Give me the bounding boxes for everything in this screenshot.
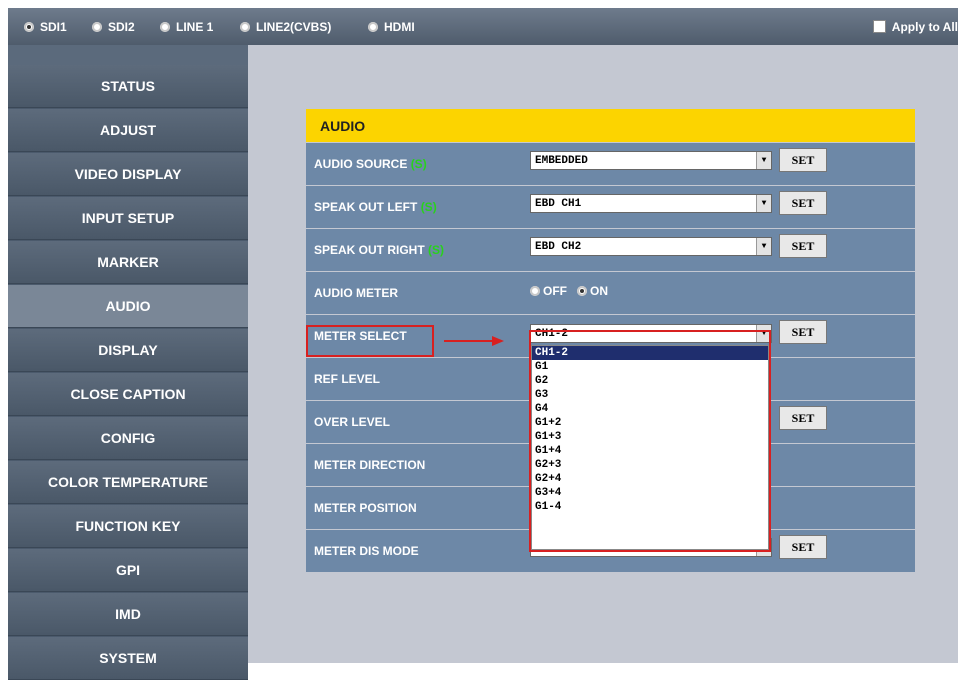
off-label: OFF (543, 284, 567, 298)
annotation-arrow-line (444, 340, 494, 342)
set-button[interactable]: SET (779, 406, 827, 430)
speak-out-right-select[interactable]: EBD CH2 ▼ (530, 237, 772, 256)
sidebar-item-audio[interactable]: AUDIO (8, 285, 248, 328)
sidebar-item-marker[interactable]: MARKER (8, 241, 248, 284)
radio-on-icon[interactable] (577, 286, 587, 296)
input-radio-sdi1[interactable]: SDI1 (24, 8, 67, 45)
radio-icon[interactable] (240, 21, 250, 32)
input-label: LINE 1 (176, 19, 214, 34)
row-label: METER DIRECTION (314, 458, 426, 472)
sidebar: STATUS ADJUST VIDEO DISPLAY INPUT SETUP … (8, 45, 248, 680)
sidebar-item-close-caption[interactable]: CLOSE CAPTION (8, 373, 248, 416)
input-radio-sdi2[interactable]: SDI2 (92, 8, 135, 45)
set-button[interactable]: SET (779, 148, 827, 172)
row-audio-meter: AUDIO METER OFF ON (306, 272, 915, 314)
s-marker: (S) (420, 200, 437, 214)
set-button[interactable]: SET (779, 191, 827, 215)
row-speak-out-left: SPEAK OUT LEFT (S) EBD CH1 ▼ SET (306, 186, 915, 228)
apply-label: Apply to All (891, 19, 958, 34)
input-select-bar: SDI1 SDI2 LINE 1 LINE2(CVBS) HDMI Apply … (8, 8, 958, 45)
sidebar-item-display[interactable]: DISPLAY (8, 329, 248, 372)
row-label: SPEAK OUT LEFT (S) (314, 200, 437, 214)
audio-source-select[interactable]: EMBEDDED ▼ (530, 151, 772, 170)
select-value: EMBEDDED (535, 154, 588, 167)
radio-selected-icon[interactable] (24, 21, 34, 32)
highlight-box-meter-label (306, 325, 434, 357)
sidebar-item-adjust[interactable]: ADJUST (8, 109, 248, 152)
sidebar-item-config[interactable]: CONFIG (8, 417, 248, 460)
sidebar-item-imd[interactable]: IMD (8, 593, 248, 636)
label-text: AUDIO SOURCE (314, 157, 408, 171)
radio-icon[interactable] (92, 21, 102, 32)
s-marker: (S) (428, 243, 445, 257)
select-value: EBD CH1 (535, 197, 582, 210)
sidebar-item-status[interactable]: STATUS (8, 65, 248, 108)
chevron-down-icon[interactable]: ▼ (756, 195, 771, 212)
sidebar-header (8, 45, 248, 65)
set-button[interactable]: SET (779, 234, 827, 258)
sidebar-item-input-setup[interactable]: INPUT SETUP (8, 197, 248, 240)
speak-out-left-select[interactable]: EBD CH1 ▼ (530, 194, 772, 213)
sidebar-item-color-temperature[interactable]: COLOR TEMPERATURE (8, 461, 248, 504)
audio-meter-options: OFF ON (530, 284, 608, 298)
s-marker: (S) (410, 157, 427, 171)
row-label: AUDIO SOURCE (S) (314, 157, 427, 171)
input-label: LINE2(CVBS) (256, 19, 332, 34)
sidebar-item-function-key[interactable]: FUNCTION KEY (8, 505, 248, 548)
row-label: OVER LEVEL (314, 415, 391, 429)
row-label: SPEAK OUT RIGHT (S) (314, 243, 444, 257)
highlight-box-dropdown (529, 330, 771, 552)
sidebar-item-system[interactable]: SYSTEM (8, 637, 248, 680)
row-label: METER POSITION (314, 501, 417, 515)
row-label: REF LEVEL (314, 372, 381, 386)
checkbox-icon[interactable] (872, 20, 886, 33)
input-label: SDI2 (108, 19, 135, 34)
chevron-down-icon[interactable]: ▼ (756, 238, 771, 255)
label-text: SPEAK OUT RIGHT (314, 243, 425, 257)
on-label: ON (590, 284, 608, 298)
arrow-right-icon (492, 336, 504, 346)
radio-icon[interactable] (368, 21, 378, 32)
label-text: SPEAK OUT LEFT (314, 200, 418, 214)
input-radio-line2[interactable]: LINE2(CVBS) (240, 8, 331, 45)
row-label: METER DIS MODE (314, 544, 419, 558)
chevron-down-icon[interactable]: ▼ (756, 152, 771, 169)
row-audio-source: AUDIO SOURCE (S) EMBEDDED ▼ SET (306, 143, 915, 185)
apply-to-all[interactable]: Apply to All (872, 8, 958, 45)
radio-off-icon[interactable] (530, 286, 540, 296)
sidebar-item-gpi[interactable]: GPI (8, 549, 248, 592)
input-radio-line1[interactable]: LINE 1 (160, 8, 213, 45)
input-label: HDMI (384, 19, 415, 34)
row-speak-out-right: SPEAK OUT RIGHT (S) EBD CH2 ▼ SET (306, 229, 915, 271)
set-button[interactable]: SET (779, 320, 827, 344)
panel-title: AUDIO (306, 109, 915, 142)
set-button[interactable]: SET (779, 535, 827, 559)
input-label: SDI1 (40, 19, 67, 34)
input-radio-hdmi[interactable]: HDMI (368, 8, 415, 45)
radio-icon[interactable] (160, 21, 170, 32)
sidebar-item-video-display[interactable]: VIDEO DISPLAY (8, 153, 248, 196)
row-label: AUDIO METER (314, 286, 398, 300)
select-value: EBD CH2 (535, 240, 582, 253)
